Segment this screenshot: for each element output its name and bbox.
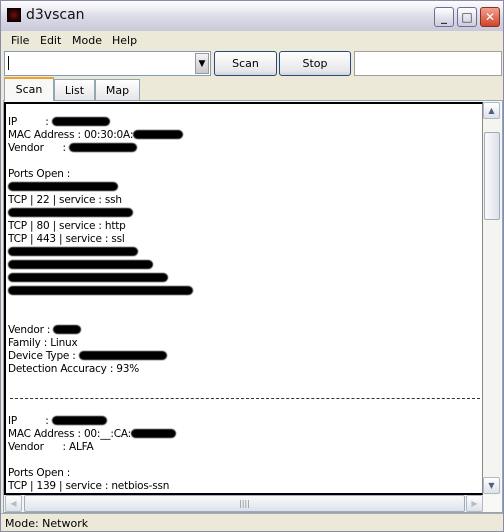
- redacted-block: [78, 351, 167, 360]
- output-line-text: TCP | 80 | service : http: [8, 220, 126, 232]
- output-lines: IP : MAC Address : 00:30:0A: Vendor : Por…: [8, 116, 193, 493]
- menu-edit[interactable]: Edit: [40, 34, 61, 47]
- output-line: MAC Address : 00:__:CA:: [8, 428, 193, 441]
- window-title: d3vscan: [26, 7, 85, 23]
- close-button[interactable]: ✕: [480, 7, 500, 27]
- stop-button[interactable]: Stop: [279, 51, 351, 76]
- maximize-button[interactable]: □: [457, 7, 477, 27]
- output-line: Ports Open :: [8, 168, 193, 181]
- scan-output[interactable]: IP : MAC Address : 00:30:0A: Vendor : Por…: [4, 102, 483, 495]
- output-line: Vendor :: [8, 142, 193, 155]
- output-line: [8, 207, 193, 220]
- scroll-down-icon[interactable]: ▼: [483, 477, 500, 494]
- tab-list[interactable]: List: [54, 79, 95, 100]
- redacted-block: [51, 117, 110, 126]
- output-line-text: TCP | 139 | service : netbios-ssn: [8, 480, 170, 492]
- output-line-text: Ports Open :: [8, 467, 71, 479]
- output-line-text: Vendor :: [8, 142, 69, 154]
- status-field[interactable]: [354, 51, 502, 76]
- output-line-text: TCP | 22 | service : ssh: [8, 194, 122, 206]
- output-line-text: Vendor :: [8, 324, 54, 336]
- tab-map[interactable]: Map: [95, 79, 140, 100]
- title-bar[interactable]: d3vscan _ □ ✕: [1, 1, 503, 31]
- redacted-block: [8, 286, 193, 295]
- output-line: [8, 285, 193, 298]
- tab-scan[interactable]: Scan: [4, 77, 54, 101]
- output-line-text: Vendor : ALFA: [8, 441, 94, 453]
- vertical-scrollbar[interactable]: ▲ ▼: [483, 102, 501, 495]
- output-line: Detection Accuracy : 93%: [8, 363, 193, 376]
- output-line: IP :: [8, 116, 193, 129]
- output-line-text: Ports Open :: [8, 168, 71, 180]
- app-window: d3vscan _ □ ✕ File Edit Mode Help ▼ Scan…: [0, 0, 504, 532]
- text-cursor: [8, 56, 9, 70]
- output-line: Vendor :: [8, 324, 193, 337]
- scroll-right-icon[interactable]: ▶: [466, 495, 483, 512]
- menu-help[interactable]: Help: [112, 34, 137, 47]
- app-icon: [7, 8, 21, 22]
- scroll-up-icon[interactable]: ▲: [483, 102, 500, 119]
- host-separator: [10, 398, 480, 399]
- output-line-text: MAC Address : 00:30:0A:: [8, 129, 134, 141]
- output-line: TCP | 22 | service : ssh: [8, 194, 193, 207]
- horizontal-scroll-thumb[interactable]: ||||: [24, 495, 465, 512]
- redacted-block: [51, 416, 107, 425]
- output-line: Vendor : ALFA: [8, 441, 193, 454]
- redacted-block: [8, 260, 153, 269]
- menu-mode[interactable]: Mode: [72, 34, 102, 47]
- output-line: Device Type :: [8, 350, 193, 363]
- output-line: [8, 246, 193, 259]
- output-line: TCP | 80 | service : http: [8, 220, 193, 233]
- output-line: [8, 181, 193, 194]
- status-bar: Mode: Network: [1, 513, 503, 532]
- menu-file[interactable]: File: [11, 34, 29, 47]
- redacted-block: [8, 208, 133, 217]
- chevron-down-icon[interactable]: ▼: [195, 53, 209, 74]
- output-line: IP :: [8, 415, 193, 428]
- output-line: Ports Open :: [8, 467, 193, 480]
- vertical-scroll-thumb[interactable]: [484, 132, 500, 220]
- minimize-button[interactable]: _: [434, 7, 454, 27]
- output-line-text: TCP | 443 | service : ssl: [8, 233, 125, 245]
- target-combobox[interactable]: ▼: [4, 51, 211, 76]
- menu-bar: File Edit Mode Help: [1, 31, 503, 51]
- scroll-left-icon[interactable]: ◀: [5, 495, 22, 512]
- output-line-text: IP :: [8, 415, 52, 427]
- output-line: MAC Address : 00:30:0A:: [8, 129, 193, 142]
- output-line-text: IP :: [8, 116, 52, 128]
- redacted-block: [69, 143, 137, 152]
- output-line: [8, 272, 193, 285]
- output-line-text: Detection Accuracy : 93%: [8, 363, 140, 375]
- redacted-block: [8, 247, 138, 256]
- redacted-block: [8, 273, 168, 282]
- output-line: TCP | 139 | service : netbios-ssn: [8, 480, 193, 493]
- output-line-text: Device Type :: [8, 350, 79, 362]
- redacted-block: [53, 325, 82, 334]
- horizontal-scrollbar[interactable]: ◀ |||| ▶: [4, 495, 483, 512]
- output-line-text: Family : Linux: [8, 337, 78, 349]
- output-line: [8, 259, 193, 272]
- redacted-block: [8, 182, 118, 191]
- redacted-block: [130, 429, 176, 438]
- output-line-text: MAC Address : 00:__:CA:: [8, 428, 131, 440]
- output-line: TCP | 443 | service : ssl: [8, 233, 193, 246]
- scan-button[interactable]: Scan: [214, 51, 277, 76]
- output-line: Family : Linux: [8, 337, 193, 350]
- redacted-block: [133, 130, 184, 139]
